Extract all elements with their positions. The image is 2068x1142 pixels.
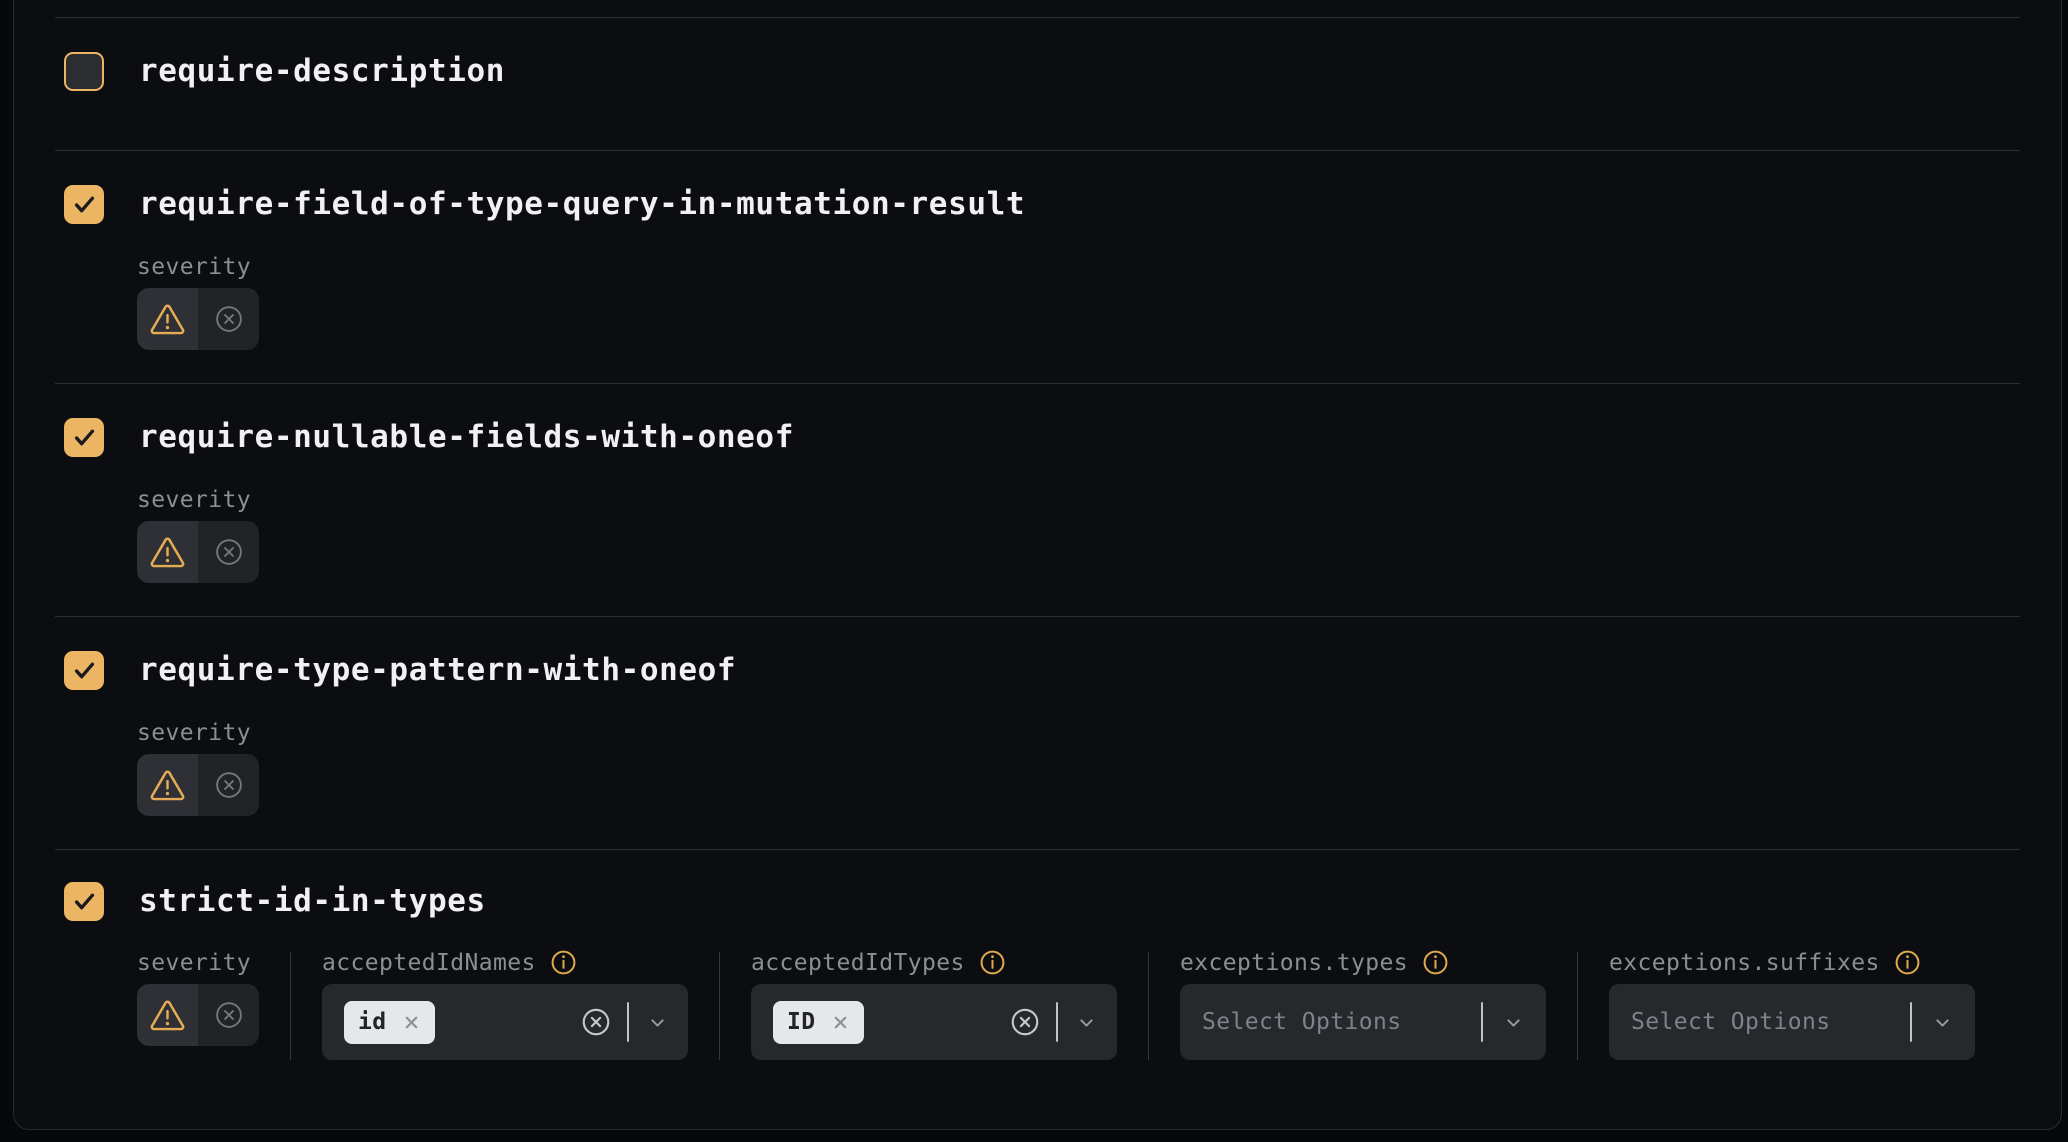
severity-error-button[interactable] [198,984,259,1046]
field-separator [1481,1002,1483,1042]
option-group-acceptedIdNames: acceptedIdNames id [290,952,719,1060]
chevron-down-icon[interactable] [1932,1012,1953,1033]
severity-group: severity [137,256,259,350]
rule-checkbox-checked[interactable] [64,651,104,690]
rule-name: require-type-pattern-with-oneof [139,651,736,690]
option-label-text: exceptions.suffixes [1609,950,1880,976]
option-group-exceptions-types: exceptions.types Select Options [1148,952,1577,1060]
select-placeholder: Select Options [1202,1009,1401,1035]
severity-group: severity [137,722,259,816]
info-icon[interactable] [550,949,577,976]
severity-label: severity [137,952,259,973]
severity-toggle [137,521,259,583]
severity-label: severity [137,489,259,510]
severity-toggle [137,754,259,816]
option-label-text: exceptions.types [1180,950,1408,976]
rule-checkbox-checked[interactable] [64,185,104,224]
acceptedIdNames-multiselect[interactable]: id [322,984,688,1060]
chevron-down-icon[interactable] [1076,1012,1097,1033]
exceptions-suffixes-select[interactable]: Select Options [1609,984,1975,1060]
severity-label: severity [137,722,259,743]
rule-require-nullable-fields-with-oneof: require-nullable-fields-with-oneof sever… [55,383,2020,616]
severity-error-button[interactable] [198,754,259,816]
remove-tag-icon[interactable] [402,1013,421,1032]
rule-name: require-description [139,52,505,91]
severity-label: severity [137,256,259,277]
clear-all-icon[interactable] [581,1007,611,1037]
option-label-text: acceptedIdTypes [751,950,965,976]
rule-name: require-field-of-type-query-in-mutation-… [139,185,1025,224]
rules-config-panel: require-description require-field-of-typ… [13,0,2062,1130]
severity-warn-button[interactable] [137,984,198,1046]
info-icon[interactable] [1422,949,1449,976]
rule-strict-id-in-types: strict-id-in-types severity acceptedIdNa… [55,849,2020,1130]
option-group-exceptions-suffixes: exceptions.suffixes Select Options [1577,952,1975,1060]
severity-toggle [137,288,259,350]
option-group-acceptedIdTypes: acceptedIdTypes ID [719,952,1148,1060]
severity-error-button[interactable] [198,288,259,350]
rule-name: strict-id-in-types [139,882,486,921]
acceptedIdTypes-multiselect[interactable]: ID [751,984,1117,1060]
option-label-text: acceptedIdNames [322,950,536,976]
severity-error-button[interactable] [198,521,259,583]
rule-checkbox-checked[interactable] [64,418,104,457]
tag-chip: ID [773,1001,864,1044]
severity-warn-button[interactable] [137,288,198,350]
rule-checkbox-checked[interactable] [64,882,104,921]
select-placeholder: Select Options [1631,1009,1830,1035]
severity-toggle [137,984,259,1046]
chevron-down-icon[interactable] [647,1012,668,1033]
severity-group: severity [137,952,290,1046]
info-icon[interactable] [1894,949,1921,976]
rule-require-description: require-description [55,17,2020,150]
chevron-down-icon[interactable] [1503,1012,1524,1033]
field-separator [627,1002,629,1042]
remove-tag-icon[interactable] [831,1013,850,1032]
rule-require-field-of-type-query-in-mutation-result: require-field-of-type-query-in-mutation-… [55,150,2020,383]
info-icon[interactable] [979,949,1006,976]
rule-name: require-nullable-fields-with-oneof [139,418,794,457]
tag-chip-label: id [358,1009,387,1035]
severity-group: severity [137,489,259,583]
clear-all-icon[interactable] [1010,1007,1040,1037]
field-separator [1910,1002,1912,1042]
severity-warn-button[interactable] [137,521,198,583]
rule-require-type-pattern-with-oneof: require-type-pattern-with-oneof severity [55,616,2020,849]
severity-warn-button[interactable] [137,754,198,816]
tag-chip: id [344,1001,435,1044]
rule-checkbox-unchecked[interactable] [64,52,104,91]
tag-chip-label: ID [787,1009,816,1035]
panel-top-spacer [55,0,2020,17]
exceptions-types-select[interactable]: Select Options [1180,984,1546,1060]
field-separator [1056,1002,1058,1042]
